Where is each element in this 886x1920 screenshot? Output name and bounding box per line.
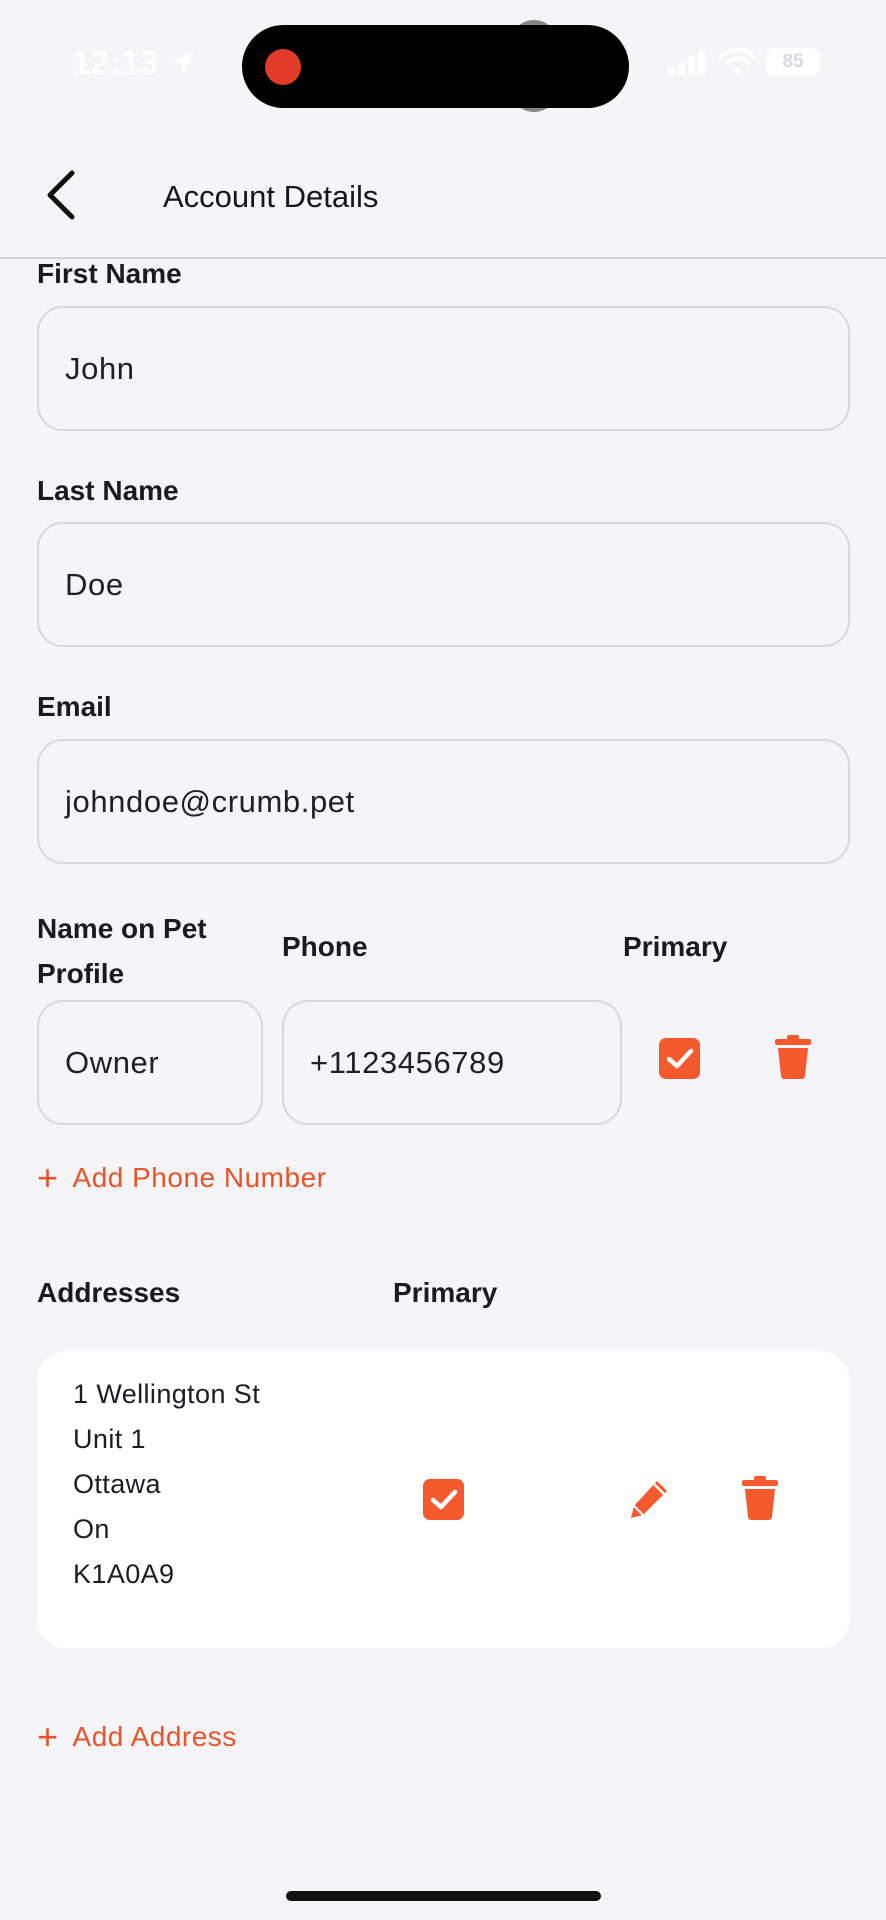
plus-icon: + [37,1716,59,1757]
cellular-signal-icon [668,50,705,75]
address-line-2: Unit 1 [73,1424,146,1454]
page-title: Account Details [163,179,379,214]
address-text: 1 Wellington St Unit 1 Ottawa On K1A0A9 [73,1372,260,1597]
home-indicator [286,1891,601,1901]
first-name-field[interactable]: John [37,306,850,431]
trash-icon [742,1476,778,1520]
phone-owner-name-field[interactable]: Owner [37,1000,263,1125]
last-name-field[interactable]: Doe [37,522,850,647]
phone-owner-name-value: Owner [65,1044,160,1080]
address-primary-checkbox[interactable] [423,1479,464,1520]
wifi-icon [718,48,756,75]
phone-primary-label: Primary [623,931,728,962]
delete-phone-button[interactable] [772,1034,814,1080]
add-address-label: Add Address [72,1721,237,1752]
edit-address-button[interactable] [625,1475,673,1523]
plus-icon: + [37,1157,59,1198]
add-phone-number-label: Add Phone Number [72,1162,327,1193]
checkmark-icon [666,1048,693,1068]
checkmark-icon [430,1489,457,1509]
last-name-value: Doe [65,566,124,602]
address-city: Ottawa [73,1469,161,1499]
status-time: 12:13 [72,44,159,81]
status-indicators: 85 [668,48,820,76]
back-button[interactable] [40,168,82,222]
address-primary-label: Primary [393,1277,498,1308]
email-value: johndoe@crumb.pet [65,783,355,819]
first-name-label: First Name [37,258,182,289]
address-postal-code: K1A0A9 [73,1559,175,1589]
last-name-label: Last Name [37,475,179,506]
delete-address-button[interactable] [739,1475,781,1521]
recording-indicator-icon [265,49,301,85]
battery-indicator: 85 [766,48,820,76]
address-line-1: 1 Wellington St [73,1379,261,1409]
location-arrow-icon [171,51,195,75]
phone-number-field[interactable]: +1123456789 [282,1000,622,1125]
name-on-pet-profile-label: Name on Pet Profile [37,913,207,989]
address-card[interactable]: 1 Wellington St Unit 1 Ottawa On K1A0A9 [37,1351,850,1648]
chevron-left-icon [47,170,75,220]
pencil-icon [631,1481,667,1518]
address-province: On [73,1514,110,1544]
first-name-value: John [65,350,135,386]
addresses-label: Addresses [37,1277,181,1308]
email-label: Email [37,691,112,722]
phone-primary-checkbox[interactable] [659,1038,700,1079]
trash-icon [775,1035,811,1079]
add-phone-number-button[interactable]: + Add Phone Number [37,1160,326,1196]
phone-label: Phone [282,931,368,962]
add-address-button[interactable]: + Add Address [37,1719,237,1755]
phone-number-value: +1123456789 [310,1044,505,1080]
email-field[interactable]: johndoe@crumb.pet [37,739,850,864]
